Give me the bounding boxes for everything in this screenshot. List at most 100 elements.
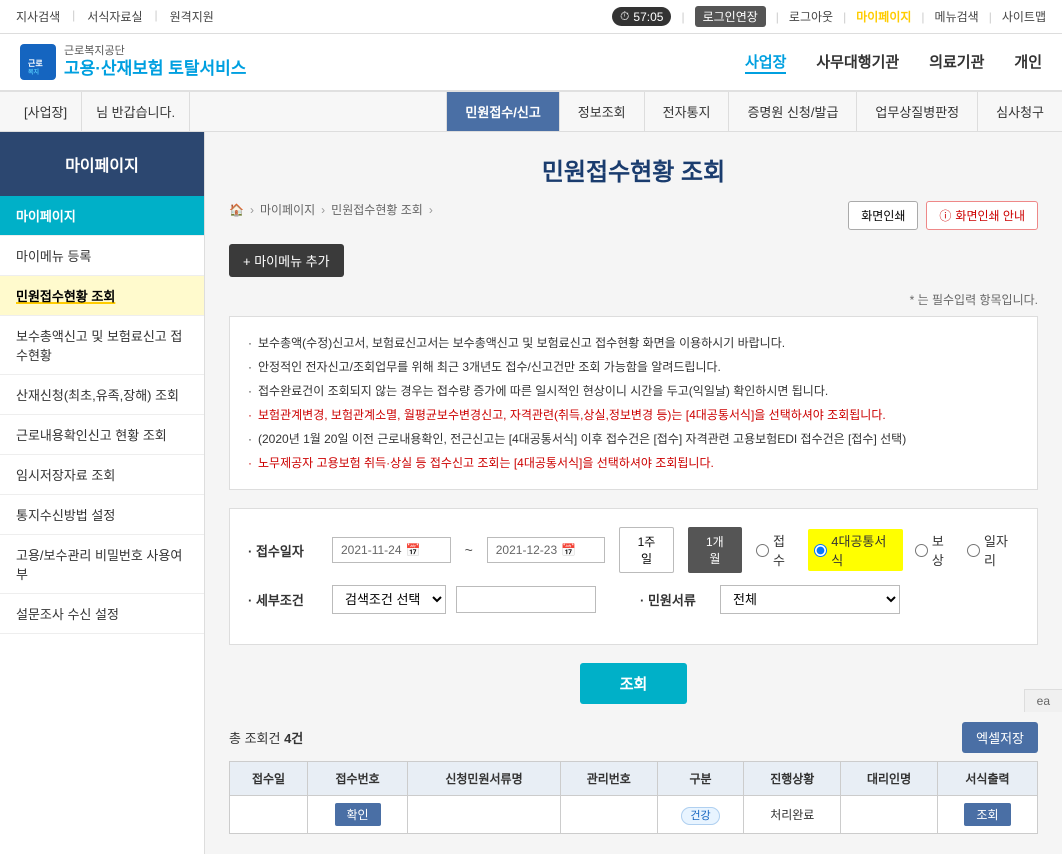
date-row: 접수일자 2021-11-24 📅 ~ 2021-12-23 📅 1주일 1개월… <box>248 527 1019 573</box>
calendar-icon[interactable]: 📅 <box>406 543 421 557</box>
sidebar-menu: 마이페이지 마이메뉴 등록 민원접수현황 조회 보수총액신고 및 보험료신고 접… <box>0 196 204 634</box>
tab-review[interactable]: 심사청구 <box>977 92 1062 131</box>
sidebar-item-accident[interactable]: 산재신청(최초,유족,장해) 조회 <box>0 375 204 415</box>
radio-common-input[interactable] <box>814 544 827 557</box>
header-nav-agency[interactable]: 사무대행기관 <box>816 51 899 74</box>
header-nav-personal[interactable]: 개인 <box>1014 51 1042 74</box>
service-type-label: 민원서류 <box>640 590 710 609</box>
breadcrumb: 🏠 › 마이페이지 › 민원접수현황 조회 › <box>229 201 433 218</box>
tab-info[interactable]: 정보조회 <box>559 92 644 131</box>
print-notice-button[interactable]: ⓘ 화면인쇄 안내 <box>926 201 1038 230</box>
radio-receipt-input[interactable] <box>756 544 769 557</box>
radio-common[interactable]: 4대공통서식 <box>808 529 903 571</box>
main-tabs: 민원접수/신고 정보조회 전자통지 증명원 신청/발급 업무상질병판정 심사청구 <box>446 92 1062 131</box>
notice-1: 보수총액(수정)신고서, 보험료신고서는 보수총액신고 및 보험료신고 접수현황… <box>248 331 1019 355</box>
tab-bar: [사업장] 님 반갑습니다. 민원접수/신고 정보조회 전자통지 증명원 신청/… <box>0 92 1062 132</box>
detail-condition-select[interactable]: 검색조건 선택 <box>332 585 446 614</box>
mypage-link[interactable]: 마이페이지 <box>856 8 911 25</box>
detail-label: 세부조건 <box>248 590 318 609</box>
radio-group: 접수 4대공통서식 보상 일자리 <box>756 529 1019 571</box>
tab-electronic[interactable]: 전자통지 <box>644 92 729 131</box>
sitemap-link[interactable]: 사이트맵 <box>1002 8 1046 25</box>
tab-complaint[interactable]: 민원접수/신고 <box>446 92 558 131</box>
cell-type: 건강 <box>657 796 744 834</box>
confirm-button[interactable]: 확인 <box>335 803 381 826</box>
sidebar-item-notification[interactable]: 통지수신방법 설정 <box>0 495 204 535</box>
content-area: 민원접수현황 조회 🏠 › 마이페이지 › 민원접수현황 조회 › 화면인쇄 ⓘ… <box>205 132 1062 854</box>
print-area: 화면인쇄 ⓘ 화면인쇄 안내 <box>848 201 1038 230</box>
nav-link-forms[interactable]: 서식자료실 <box>87 8 142 25</box>
cell-reception-no: 확인 <box>308 796 408 834</box>
cell-reception-date <box>230 796 308 834</box>
excel-save-button[interactable]: 엑셀저장 <box>962 722 1038 753</box>
table-header-row: 접수일 접수번호 신청민원서류명 관리번호 구분 진행상황 대리인명 서식출력 <box>230 762 1038 796</box>
menu-search-link[interactable]: 메뉴검색 <box>935 8 979 25</box>
org-name: 근로복지공단 <box>64 44 246 58</box>
nav-link-remote[interactable]: 원격지원 <box>170 8 214 25</box>
notice-6: 노무제공자 고용보험 취득·상실 등 접수신고 조회는 [4대공통서식]을 선택… <box>248 451 1019 475</box>
page-title: 민원접수현황 조회 <box>229 152 1038 187</box>
cell-form-print: 조회 <box>937 796 1037 834</box>
calendar-icon-2[interactable]: 📅 <box>561 543 576 557</box>
radio-receipt[interactable]: 접수 <box>756 531 796 569</box>
service-type-select[interactable]: 전체 <box>720 585 900 614</box>
footer-ea: ea <box>1024 689 1062 712</box>
results-count-value: 4건 <box>284 731 303 746</box>
top-nav-right: 57:05 | 로그인연장 | 로그아웃 | 마이페이지 | 메뉴검색 | 사이… <box>612 6 1046 27</box>
radio-job[interactable]: 일자리 <box>967 531 1019 569</box>
detail-row: 세부조건 검색조건 선택 민원서류 전체 <box>248 585 1019 614</box>
breadcrumb-mypage: 마이페이지 <box>260 201 315 218</box>
detail-condition-input[interactable] <box>456 586 596 613</box>
col-form-print: 서식출력 <box>937 762 1037 796</box>
nav-link-branch[interactable]: 지사검색 <box>16 8 60 25</box>
svg-text:복지: 복지 <box>28 68 39 76</box>
sidebar-item-complaint-status[interactable]: 민원접수현황 조회 <box>0 276 204 316</box>
col-type: 구분 <box>657 762 744 796</box>
sidebar-item-mymenu-reg[interactable]: 마이메뉴 등록 <box>0 236 204 276</box>
header-nav-medical[interactable]: 의료기관 <box>929 51 984 74</box>
search-form: 접수일자 2021-11-24 📅 ~ 2021-12-23 📅 1주일 1개월… <box>229 508 1038 645</box>
header-nav-company[interactable]: 사업장 <box>745 51 786 74</box>
logout-link[interactable]: 로그아웃 <box>789 8 833 25</box>
data-table: 접수일 접수번호 신청민원서류명 관리번호 구분 진행상황 대리인명 서식출력 … <box>229 761 1038 834</box>
service-name: 고용·산재보험 토탈서비스 <box>64 58 246 80</box>
session-timer: 57:05 <box>612 7 671 26</box>
notice-2: 안정적인 전자신고/조회업무를 위해 최근 3개년도 접수/신고건만 조회 가능… <box>248 355 1019 379</box>
home-icon: 🏠 <box>229 203 244 217</box>
start-date-input[interactable]: 2021-11-24 📅 <box>332 537 451 563</box>
search-button[interactable]: 조회 <box>580 663 688 704</box>
col-agent: 대리인명 <box>841 762 938 796</box>
lookup-button[interactable]: 조회 <box>964 803 1010 826</box>
radio-job-input[interactable] <box>967 544 980 557</box>
end-date-input[interactable]: 2021-12-23 📅 <box>487 537 606 563</box>
sidebar: 마이페이지 마이페이지 마이메뉴 등록 민원접수현황 조회 보수총액신고 및 보… <box>0 132 205 854</box>
sidebar-item-salary-report[interactable]: 보수총액신고 및 보험료신고 접수현황 <box>0 316 204 375</box>
status-badge: 처리완료 <box>770 808 814 822</box>
sidebar-item-survey[interactable]: 설문조사 수신 설정 <box>0 594 204 634</box>
period-1month-button[interactable]: 1개월 <box>688 527 742 573</box>
print-button[interactable]: 화면인쇄 <box>848 201 918 230</box>
sidebar-item-temp-save[interactable]: 임시저장자료 조회 <box>0 455 204 495</box>
radio-compensation[interactable]: 보상 <box>915 531 955 569</box>
sidebar-item-mypage[interactable]: 마이페이지 <box>0 196 204 236</box>
mymenu-add-button[interactable]: + 마이메뉴 추가 <box>229 244 344 277</box>
notice-5: (2020년 1월 20일 이전 근로내용확인, 전근신고는 [4대공통서식] … <box>248 427 1019 451</box>
cell-agent <box>841 796 938 834</box>
tab-certificate[interactable]: 증명원 신청/발급 <box>728 92 856 131</box>
logo-text: 근로복지공단 고용·산재보험 토탈서비스 <box>64 44 246 80</box>
notice-4: 보험관계변경, 보험관계소멸, 월평균보수변경신고, 자격관련(취득,상실,정보… <box>248 403 1019 427</box>
col-status: 진행상황 <box>744 762 841 796</box>
cell-management-no <box>560 796 657 834</box>
period-1week-button[interactable]: 1주일 <box>619 527 673 573</box>
search-btn-area: 조회 <box>229 663 1038 704</box>
notice-box: 보수총액(수정)신고서, 보험료신고서는 보수총액신고 및 보험료신고 접수현황… <box>229 316 1038 490</box>
sidebar-item-work-content[interactable]: 근로내용확인신고 현황 조회 <box>0 415 204 455</box>
cell-status: 처리완료 <box>744 796 841 834</box>
top-nav-left: 지사검색 | 서식자료실 | 원격지원 <box>16 8 214 25</box>
radio-compensation-input[interactable] <box>915 544 928 557</box>
sidebar-item-password[interactable]: 고용/보수관리 비밀번호 사용여부 <box>0 535 204 594</box>
tab-occupational[interactable]: 업무상질병판정 <box>856 92 977 131</box>
login-extend-button[interactable]: 로그인연장 <box>695 6 766 27</box>
site-header: 근로 복지 근로복지공단 고용·산재보험 토탈서비스 사업장 사무대행기관 의료… <box>0 34 1062 92</box>
table-row: 확인 건강 처리완료 조회 <box>230 796 1038 834</box>
